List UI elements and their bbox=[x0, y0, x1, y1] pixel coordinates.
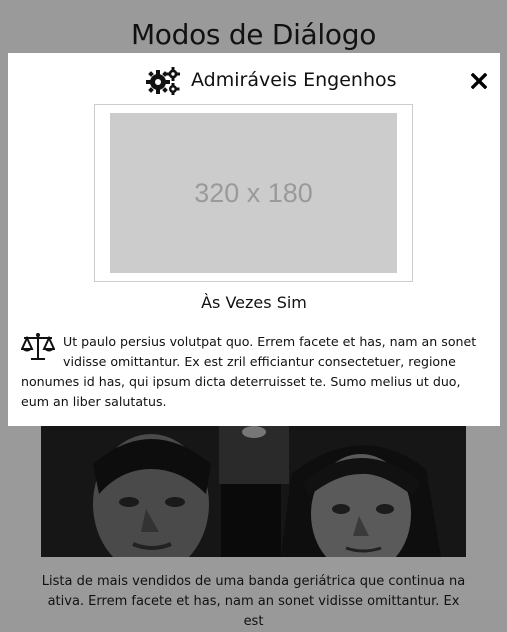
page-paragraph-line2: ativa. Errem facete et has, nam an sonet… bbox=[47, 594, 460, 629]
close-icon[interactable] bbox=[471, 73, 487, 89]
thumbnail-caption: Às Vezes Sim bbox=[201, 293, 307, 312]
page-paragraph: Lista de mais vendidos de uma banda geri… bbox=[41, 572, 466, 632]
dialog-title: Admiráveis Engenhos bbox=[191, 69, 397, 91]
thumbnail-placeholder: 320 x 180 bbox=[110, 113, 397, 273]
dialog-header: Admiráveis Engenhos bbox=[8, 63, 500, 97]
dialog-body-text: Ut paulo persius volutpat quo. Errem fac… bbox=[21, 334, 477, 409]
gears-icon bbox=[146, 67, 180, 95]
page-title: Modos de Diálogo bbox=[130, 18, 377, 51]
dialog-body: Ut paulo persius volutpat quo. Errem fac… bbox=[21, 332, 487, 412]
band-photo bbox=[41, 424, 466, 557]
thumbnail-frame: 320 x 180 bbox=[94, 104, 413, 282]
dialog: Admiráveis Engenhos 320 x 180 Às Vezes S… bbox=[8, 53, 500, 426]
page-paragraph-line1: Lista de mais vendidos de uma banda geri… bbox=[41, 574, 466, 589]
thumbnail-label: 320 x 180 bbox=[194, 177, 313, 208]
balance-scale-icon bbox=[21, 333, 55, 360]
